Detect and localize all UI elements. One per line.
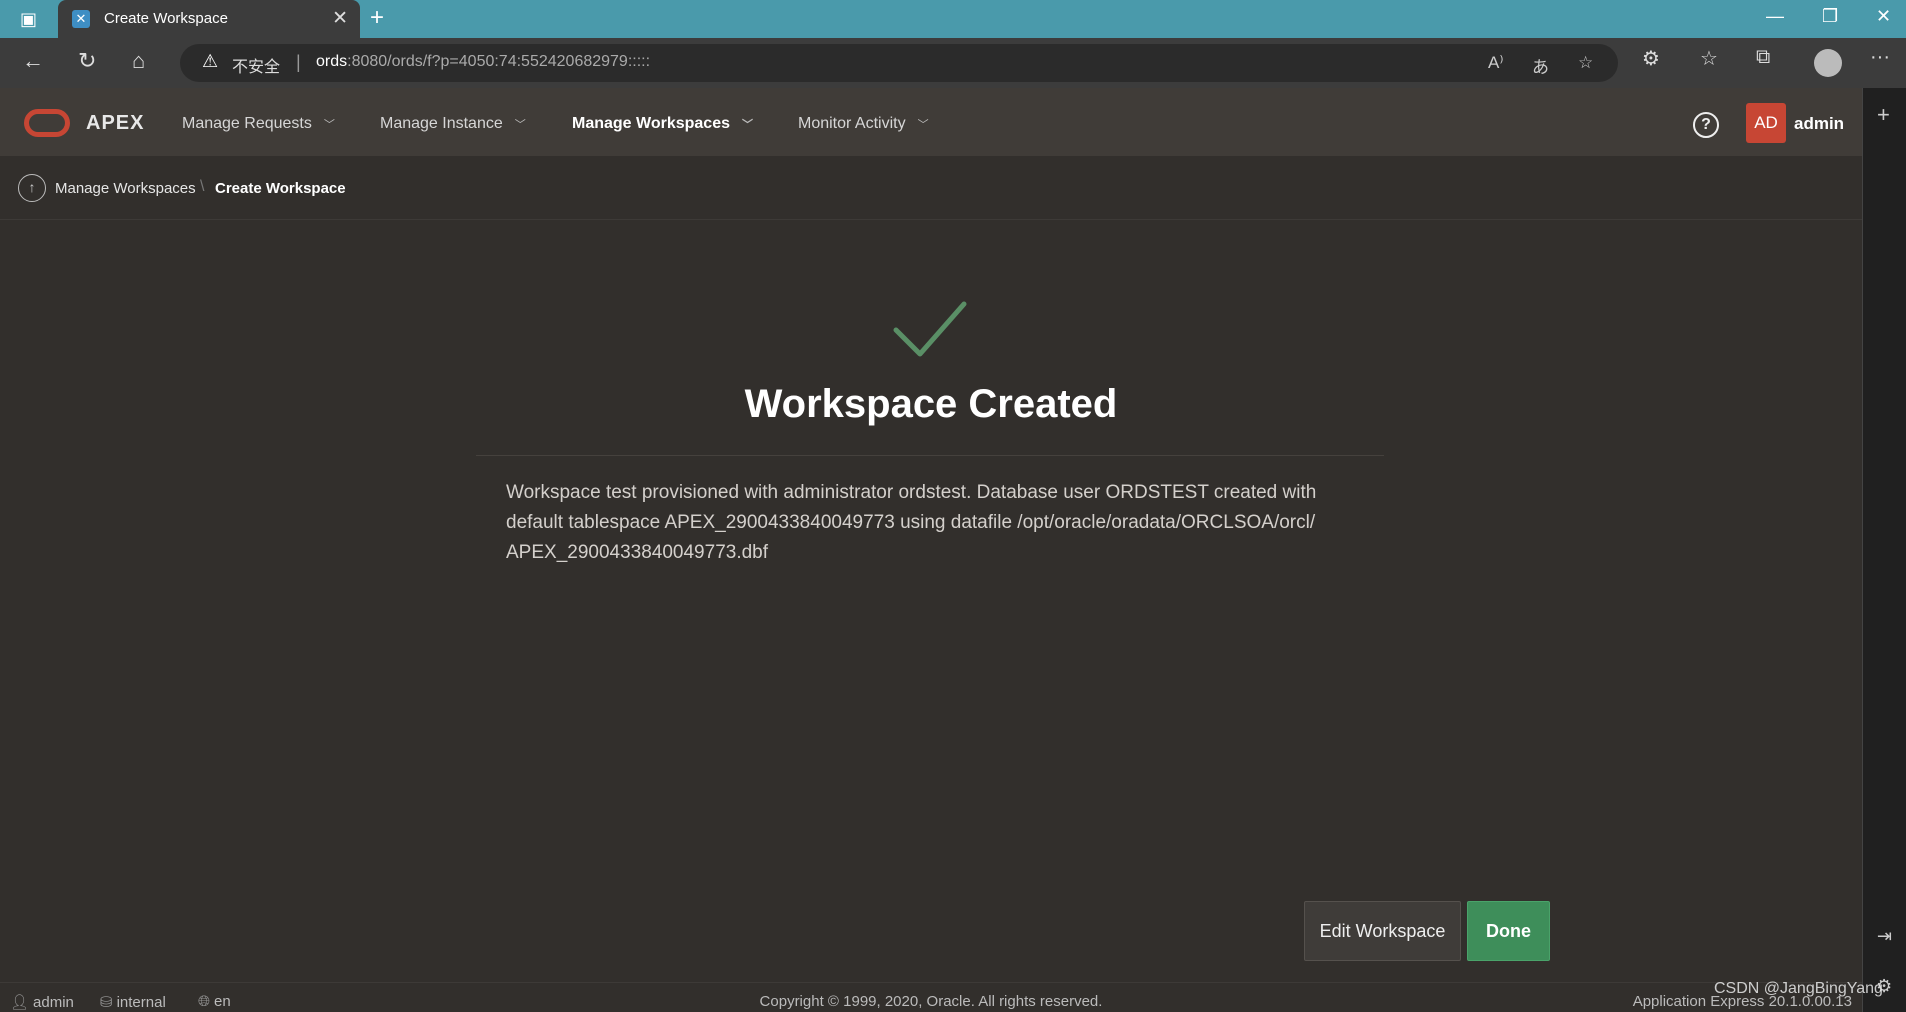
new-tab-icon[interactable]: + <box>370 4 384 32</box>
collections-icon[interactable]: ⧉ <box>1756 46 1770 69</box>
menu-label: Manage Workspaces <box>572 115 730 132</box>
home-icon[interactable]: ⌂ <box>132 48 145 74</box>
page-title: Workspace Created <box>744 382 1118 426</box>
menu-label: Monitor Activity <box>798 115 906 132</box>
watermark: CSDN @JangBingYang <box>1714 980 1883 997</box>
refresh-icon[interactable]: ↻ <box>78 48 96 74</box>
profile-avatar[interactable] <box>1814 49 1842 77</box>
menu-label: Manage Instance <box>380 115 503 132</box>
chevron-down-icon: ﹀ <box>323 119 335 131</box>
checkmark-icon <box>893 301 967 357</box>
breadcrumb-parent-link[interactable]: Manage Workspaces <box>55 180 196 197</box>
chevron-down-icon: ﹀ <box>917 119 929 131</box>
favorites-icon[interactable]: ☆ <box>1700 46 1718 71</box>
arrow-up-icon[interactable]: ↑ <box>18 174 46 202</box>
divider <box>476 455 1384 456</box>
browser-address-bar: ← ↻ ⌂ ⚠ 不安全 | ords:8080/ords/f?p=4050:74… <box>0 38 1906 88</box>
success-message: Workspace test provisioned with administ… <box>506 482 1317 563</box>
translate-icon[interactable]: あ <box>1532 53 1549 78</box>
url-host: ords <box>316 53 348 70</box>
footer: 👤︎ admin ⛁ internal 🌐︎ en Copyright © 1999,… <box>0 982 1862 1012</box>
apex-header: APEX Manage Requests ﹀ Manage Instance ﹀ M… <box>0 88 1862 156</box>
username[interactable]: admin <box>1794 114 1844 134</box>
breadcrumb-current: Create Workspace <box>215 180 346 197</box>
browser-tab[interactable]: ✕ Create Workspace ✕ <box>58 0 360 38</box>
done-button[interactable]: Done <box>1467 901 1550 961</box>
back-icon[interactable]: ← <box>22 48 44 74</box>
copyright-text: Copyright © 1999, 2020, Oracle. All righ… <box>759 993 1103 1010</box>
apex-favicon-icon: ✕ <box>72 10 90 28</box>
menu-manage-requests[interactable]: Manage Requests ﹀ <box>182 115 335 133</box>
help-icon[interactable]: ? <box>1693 112 1719 138</box>
browser-tab-bar: ▣ ✕ Create Workspace ✕ + — ❐ ✕ <box>0 0 1906 38</box>
hide-sidebar-icon[interactable]: ⇥ <box>1877 926 1892 947</box>
read-aloud-icon[interactable]: A⁾ <box>1488 53 1504 73</box>
apex-logo-text[interactable]: APEX <box>86 112 144 135</box>
add-sidebar-icon[interactable]: + <box>1877 102 1890 128</box>
close-window-icon[interactable]: ✕ <box>1876 6 1891 27</box>
url-field[interactable]: ⚠ 不安全 | ords:8080/ords/f?p=4050:74:55242… <box>180 44 1618 82</box>
insecure-label: 不安全 <box>232 59 281 76</box>
url-text: ords:8080/ords/f?p=4050:74:552420682979:… <box>316 53 650 71</box>
more-icon[interactable]: ··· <box>1870 46 1890 69</box>
chevron-down-icon: ﹀ <box>742 119 753 131</box>
edit-workspace-button[interactable]: Edit Workspace <box>1304 901 1461 961</box>
minimize-icon[interactable]: — <box>1766 6 1784 27</box>
menu-monitor-activity[interactable]: Monitor Activity ﹀ <box>798 115 929 133</box>
extensions-icon[interactable]: ⚙ <box>1642 46 1660 71</box>
breadcrumb-separator: \ <box>200 178 205 195</box>
browser-sidebar: + ⇥ ⚙ <box>1862 88 1906 1012</box>
add-favorite-icon[interactable]: ☆ <box>1578 53 1593 73</box>
close-tab-icon[interactable]: ✕ <box>332 7 348 30</box>
restore-icon[interactable]: ❐ <box>1822 6 1838 27</box>
breadcrumb: ↑ Manage Workspaces \ Create Workspace <box>0 156 1862 220</box>
user-avatar[interactable]: AD <box>1746 103 1786 143</box>
url-path: :8080/ords/f?p=4050:74:552420682979::::: <box>347 53 651 70</box>
menu-label: Manage Requests <box>182 115 312 132</box>
oracle-logo-icon[interactable] <box>24 109 70 137</box>
tab-title: Create Workspace <box>104 10 228 27</box>
chevron-down-icon: ﹀ <box>514 119 526 131</box>
tab-actions-icon[interactable]: ▣ <box>20 9 37 30</box>
warning-icon: ⚠ <box>202 51 219 71</box>
url-separator: | <box>296 52 301 72</box>
menu-manage-workspaces[interactable]: Manage Workspaces ﹀ <box>572 115 753 133</box>
menu-manage-instance[interactable]: Manage Instance ﹀ <box>380 115 526 133</box>
